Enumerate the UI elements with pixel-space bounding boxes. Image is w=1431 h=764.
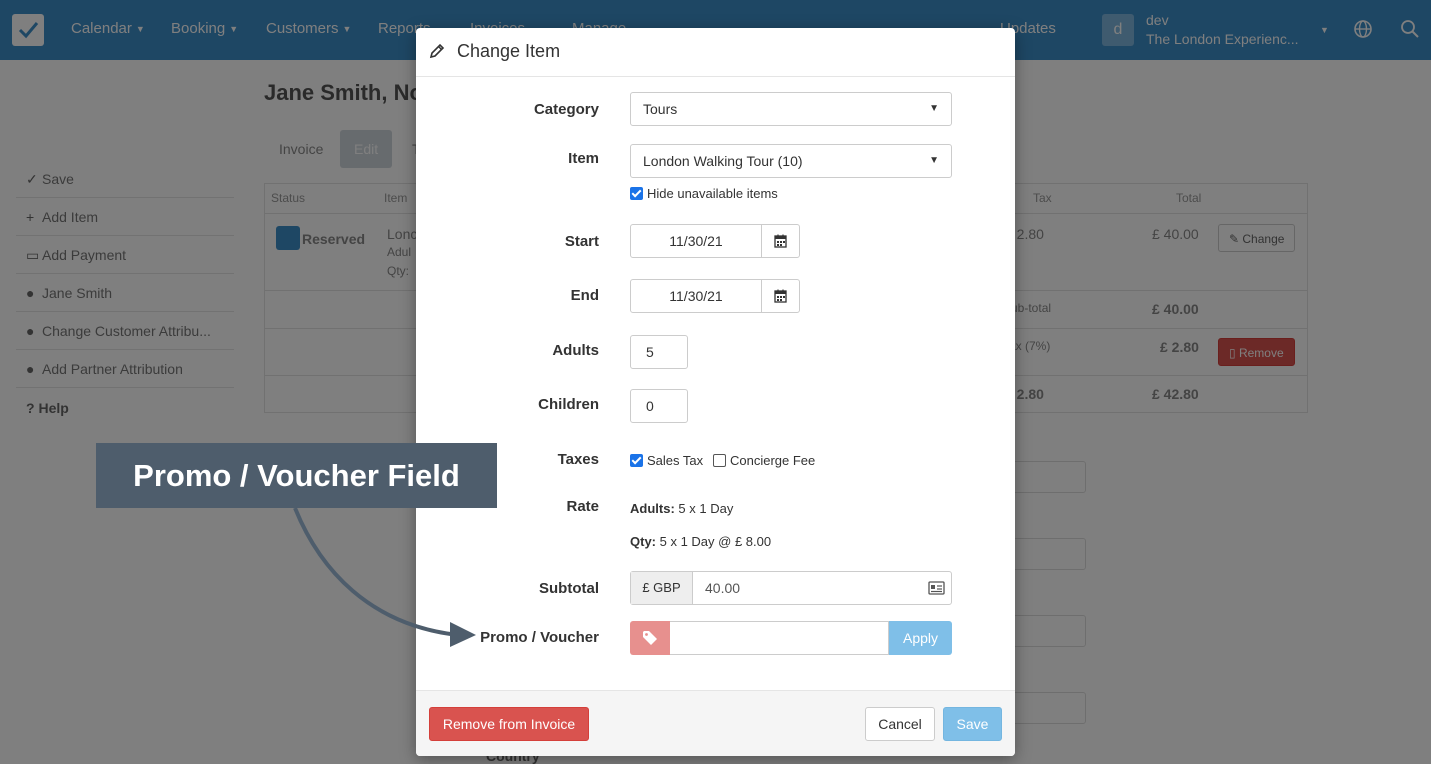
end-label: End (570, 287, 599, 304)
apply-promo-button[interactable]: Apply (889, 621, 952, 655)
checkbox-unchecked-icon[interactable] (713, 454, 726, 467)
adults-label: Adults (552, 342, 599, 359)
start-label: Start (564, 233, 599, 250)
calendar-icon (774, 234, 787, 248)
category-label: Category (533, 101, 599, 118)
tag-icon (643, 631, 657, 645)
remove-from-invoice-button[interactable]: Remove from Invoice (429, 707, 589, 741)
item-select[interactable]: London Walking Tour (10) ▼ (630, 144, 952, 178)
taxes-label: Taxes (557, 451, 599, 468)
children-label: Children (538, 396, 599, 413)
adults-input[interactable]: 5 (630, 335, 688, 369)
rate-adults: Adults: 5 x 1 Day (630, 501, 734, 516)
children-input[interactable]: 0 (630, 389, 688, 423)
currency-addon: £ GBP (631, 572, 693, 604)
start-calendar-button[interactable] (761, 225, 799, 257)
modal-title: Change Item (457, 41, 561, 61)
category-selected-value: Tours (643, 101, 678, 117)
concierge-fee-checkbox[interactable]: Concierge Fee (713, 453, 815, 468)
end-date-field[interactable]: 11/30/21 (630, 279, 800, 313)
save-button[interactable]: Save (943, 707, 1002, 741)
start-date-input[interactable]: 11/30/21 (631, 225, 761, 257)
calendar-icon (774, 289, 787, 303)
sales-tax-checkbox[interactable]: Sales Tax (630, 453, 703, 468)
end-calendar-button[interactable] (761, 280, 799, 312)
annotation-callout: Promo / Voucher Field (96, 443, 497, 508)
pencil-icon (429, 43, 445, 59)
item-label: Item (568, 150, 599, 167)
promo-tag-addon (630, 621, 670, 655)
checkbox-checked-icon[interactable] (630, 454, 643, 467)
modal-header: Change Item (416, 28, 1015, 77)
subtotal-input[interactable]: 40.00 (705, 572, 740, 604)
caret-down-icon: ▼ (929, 103, 939, 114)
id-card-icon (928, 581, 945, 595)
rate-label: Rate (566, 498, 599, 515)
hide-unavailable-checkbox[interactable]: Hide unavailable items (630, 186, 778, 201)
category-select[interactable]: Tours ▼ (630, 92, 952, 126)
start-date-field[interactable]: 11/30/21 (630, 224, 800, 258)
checkbox-checked-icon[interactable] (630, 187, 643, 200)
subtotal-field[interactable]: £ GBP 40.00 (630, 571, 952, 605)
cancel-button[interactable]: Cancel (865, 707, 935, 741)
end-date-input[interactable]: 11/30/21 (631, 280, 761, 312)
change-item-modal: Change Item Category Tours ▼ Item London… (416, 28, 1015, 756)
promo-input[interactable] (670, 621, 889, 655)
promo-voucher-field: Apply (630, 621, 952, 655)
annotation-arrow-icon (293, 507, 476, 647)
rate-qty: Qty: 5 x 1 Day @ £ 8.00 (630, 534, 772, 549)
item-selected-value: London Walking Tour (10) (643, 153, 803, 169)
subtotal-label: Subtotal (539, 580, 599, 597)
caret-down-icon: ▼ (929, 155, 939, 166)
promo-label: Promo / Voucher (480, 629, 599, 646)
